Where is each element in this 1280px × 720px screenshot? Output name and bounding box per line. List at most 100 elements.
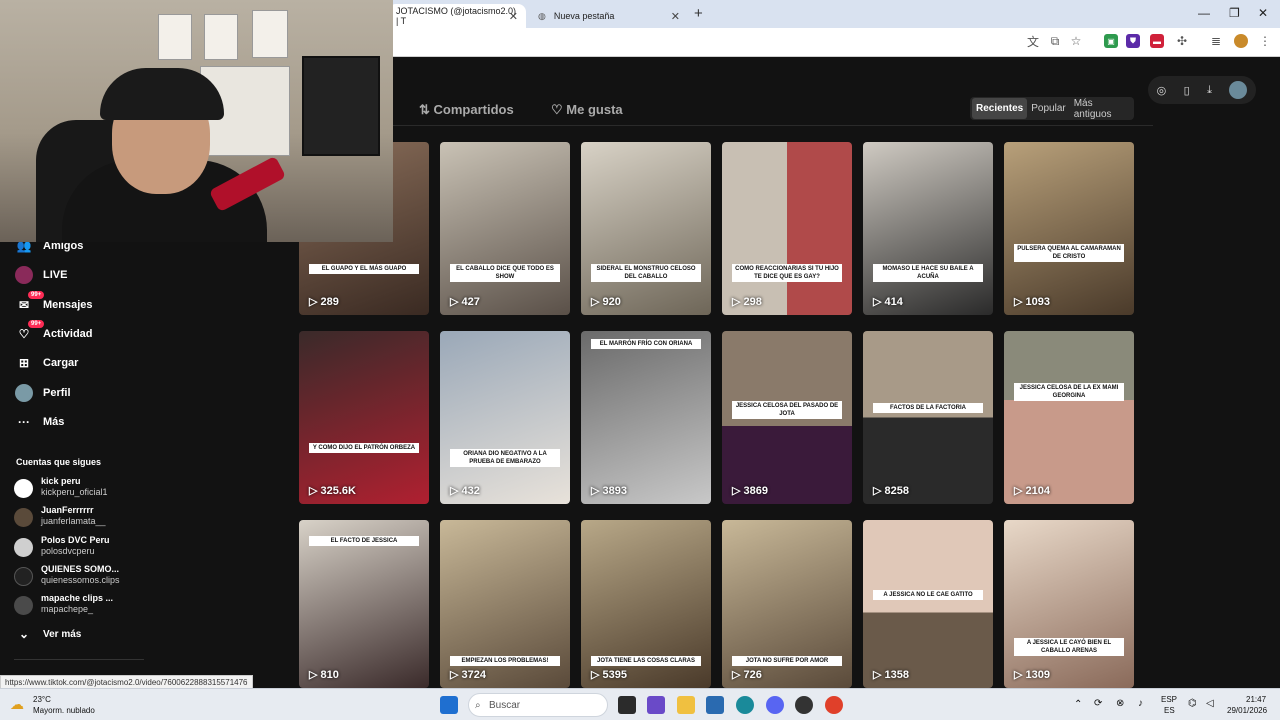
clock-date[interactable]: 29/01/2026 (1227, 706, 1267, 715)
video-thumbnail (581, 142, 711, 315)
extension-shield-icon[interactable]: ⛊ (1126, 34, 1140, 48)
video-thumbnail (863, 142, 993, 315)
account-handle: kickperu_oficial1 (41, 487, 108, 497)
sidebar-item-actividad[interactable]: ♡ 99+ Actividad (14, 320, 93, 345)
tab-tiktok-profile[interactable]: JOTACISMO (@jotacismo2.0) | T ✕ (388, 4, 526, 28)
install-app-icon[interactable]: ⧉ (1048, 34, 1062, 48)
globe-icon: ◍ (538, 10, 546, 21)
copilot-icon[interactable] (647, 696, 665, 714)
video-card[interactable]: EL FACTO DE JESSICA ▷ 810 (299, 520, 429, 688)
minimize-icon[interactable]: — (1198, 6, 1210, 20)
file-explorer-icon[interactable] (677, 696, 695, 714)
view-count-value: 1309 (1025, 669, 1050, 681)
video-card[interactable]: ORIANA DIO NEGATIVO A LA PRUEBA DE EMBAR… (440, 331, 570, 504)
video-card[interactable]: FACTOS DE LA FACTORIA ▷ 8258 (863, 331, 993, 504)
restore-icon[interactable]: ❐ (1229, 6, 1240, 20)
discord-icon[interactable] (766, 696, 784, 714)
store-icon[interactable] (706, 696, 724, 714)
close-tab-icon[interactable]: ✕ (509, 10, 518, 23)
browser-menu-icon[interactable]: ⋮ (1258, 34, 1272, 48)
video-card[interactable]: MOMASO LE HACE SU BAILE A ACUÑA ▷ 414 (863, 142, 993, 315)
video-card[interactable]: A JESSICA NO LE CAE GATITO ▷ 1358 (863, 520, 993, 688)
tray-app-icon[interactable]: ⊗ (1116, 698, 1124, 709)
video-card[interactable]: PULSERA QUEMA AL CAMARAMAN DE CRISTO ▷ 10… (1004, 142, 1134, 315)
play-icon: ▷ (591, 485, 603, 497)
webcam-overlay (0, 0, 393, 242)
edge-icon[interactable] (736, 696, 754, 714)
volume-icon[interactable]: ◁ (1206, 698, 1214, 709)
sidebar-divider (14, 659, 144, 660)
following-account[interactable]: QUIENES SOMO... quienessomos.clips (14, 564, 194, 588)
video-caption: EL MARRÓN FRÍO CON ORIANA (591, 339, 701, 349)
clock-time[interactable]: 21:47 (1246, 695, 1266, 704)
close-tab-icon[interactable]: ✕ (671, 10, 680, 23)
video-card[interactable]: Y COMO DIJO EL PATRÓN ORBEZA ▷ 325.6K (299, 331, 429, 504)
tray-chevron-up-icon[interactable]: ⌃ (1074, 699, 1082, 710)
sidebar-item-label: LIVE (43, 269, 68, 281)
taskbar-search[interactable]: ⌕ Buscar (468, 693, 608, 717)
sidebar-item-mas[interactable]: ··· Más (14, 411, 64, 433)
activity-icon: ♡ 99+ (14, 320, 45, 344)
download-icon[interactable]: ⤓ (1207, 84, 1212, 97)
task-view-icon[interactable] (618, 696, 636, 714)
windows-start-icon[interactable] (440, 696, 458, 714)
bookmark-star-icon[interactable]: ☆ (1069, 34, 1083, 48)
tab-new-tab[interactable]: ◍ Nueva pestaña ✕ (530, 4, 688, 28)
sort-recientes-button[interactable]: Recientes (972, 98, 1028, 119)
play-icon: ▷ (450, 669, 462, 681)
view-count-value: 1093 (1025, 296, 1050, 308)
view-count: ▷ 2104 (1014, 484, 1050, 497)
sidebar-item-mensajes[interactable]: ✉ 99+ Mensajes (14, 291, 93, 316)
video-card[interactable]: JESSICA CELOSA DEL PASADO DE JOTA ▷ 3869 (722, 331, 852, 504)
translate-icon[interactable]: 文 (1026, 34, 1040, 49)
extension-green-icon[interactable]: ▣ (1104, 34, 1118, 48)
following-account[interactable]: Polos DVC Peru polosdvcperu (14, 535, 194, 559)
sidebar-item-live[interactable]: LIVE (14, 264, 67, 286)
extension-red-icon[interactable]: ▬ (1150, 34, 1164, 48)
reading-list-icon[interactable]: ≣ (1209, 34, 1223, 48)
coin-icon[interactable]: ◎ (1157, 84, 1167, 97)
user-avatar[interactable] (1229, 81, 1248, 99)
sort-popular-button[interactable]: Popular (1027, 98, 1069, 119)
video-card[interactable]: JESSICA CELOSA DE LA EX MAMI GEORGINA ▷ 2… (1004, 331, 1134, 504)
tab-me-gusta[interactable]: ♡ Me gusta (551, 102, 623, 118)
video-card[interactable]: EL MARRÓN FRÍO CON ORIANA ▷ 3893 (581, 331, 711, 504)
weather-icon[interactable]: ☁ (10, 696, 24, 713)
sort-mas-antiguos-button[interactable]: Más antiguos (1070, 93, 1132, 125)
video-card[interactable]: JOTA NO SUFRE POR AMOR ▷ 726 (722, 520, 852, 688)
tab-compartidos[interactable]: ⇅ Compartidos (419, 102, 514, 118)
phone-icon[interactable]: ▯ (1184, 84, 1190, 97)
language-indicator[interactable]: ESP (1161, 695, 1177, 704)
network-icon[interactable]: ⌬ (1188, 698, 1197, 709)
video-card[interactable]: COMO REACCIONARIAS SI TU HIJO TE DICE QU… (722, 142, 852, 315)
following-section-title: Cuentas que sigues (16, 457, 102, 467)
video-thumbnail (1004, 520, 1134, 688)
following-account[interactable]: kick peru kickperu_oficial1 (14, 476, 194, 500)
chrome-icon[interactable] (825, 696, 843, 714)
play-icon: ▷ (732, 296, 744, 308)
video-caption: EL CABALLO DICE QUE TODO ES SHOW (450, 264, 560, 282)
view-count-value: 3724 (461, 669, 486, 681)
video-card[interactable]: A JESSICA LE CAYÓ BIEN EL CABALLO ARENAS… (1004, 520, 1134, 688)
profile-avatar-icon[interactable] (1234, 34, 1248, 48)
weather-temp: 23°C (33, 695, 51, 704)
upload-icon: ⊞ (18, 356, 30, 370)
video-card[interactable]: JOTA TIENE LAS COSAS CLARAS ▷ 5395 (581, 520, 711, 688)
close-window-icon[interactable]: ✕ (1258, 6, 1268, 20)
tray-app-icon[interactable]: ⟳ (1094, 698, 1102, 709)
message-icon: ✉ 99+ (14, 291, 45, 315)
sidebar-item-perfil[interactable]: Perfil (14, 382, 71, 404)
extensions-puzzle-icon[interactable]: ✣ (1175, 34, 1189, 48)
video-card[interactable]: EMPIEZAN LOS PROBLEMAS! ▷ 3724 (440, 520, 570, 688)
new-tab-button[interactable]: + (694, 5, 703, 22)
obs-icon[interactable] (795, 696, 813, 714)
microphone-tray-icon[interactable]: ♪ (1138, 698, 1143, 709)
sidebar-item-cargar[interactable]: ⊞ Cargar (14, 352, 79, 374)
video-card[interactable]: EL CABALLO DICE QUE TODO ES SHOW ▷ 427 (440, 142, 570, 315)
following-account[interactable]: JuanFerrrrrr juanferlamata__ (14, 505, 194, 529)
windows-taskbar: ☁ 23°C Mayorm. nublado ⌕ Buscar ⌃ ⟳ ⊗ ♪ … (0, 688, 1280, 720)
see-more-button[interactable]: ⌄ Ver más (14, 623, 81, 645)
view-count: ▷ 1093 (1014, 295, 1050, 308)
video-card[interactable]: SIDERAL EL MONSTRUO CELOSO DEL CABALLO ▷ … (581, 142, 711, 315)
following-account[interactable]: mapache clips ... mapachepe_ (14, 593, 194, 617)
